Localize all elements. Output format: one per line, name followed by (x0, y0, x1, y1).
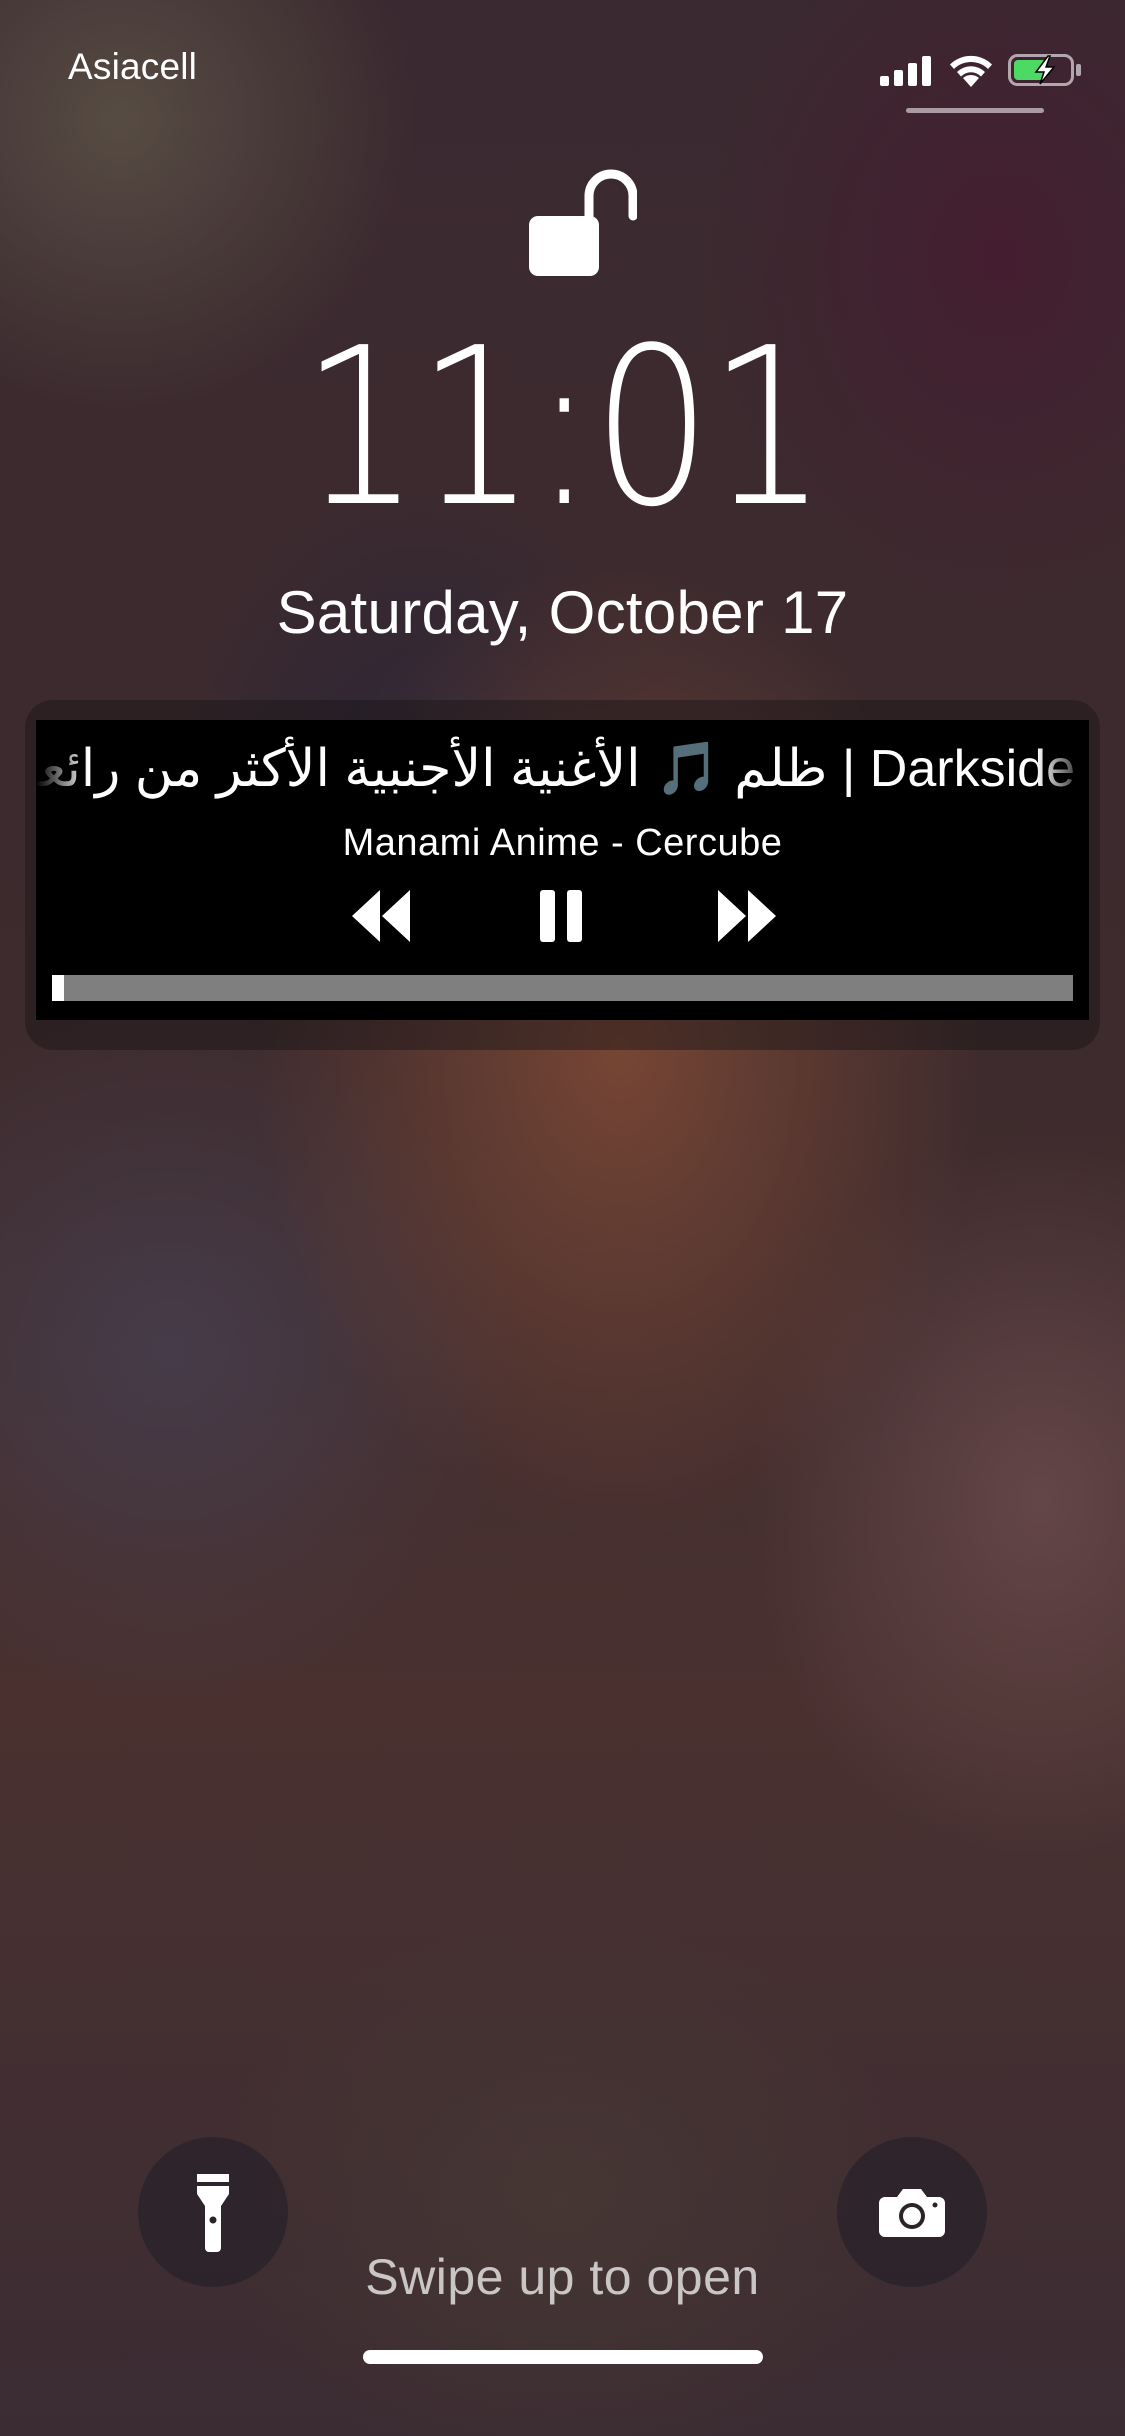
unlocked-padlock-icon (529, 169, 637, 276)
cellular-signal-icon (880, 56, 931, 86)
playback-progress-fill (52, 975, 65, 1001)
playback-controls (36, 886, 1089, 946)
flashlight-icon (197, 2174, 229, 2252)
fast-forward-icon[interactable] (716, 886, 780, 946)
playback-progress-bar[interactable] (52, 975, 1073, 1001)
home-indicator[interactable] (363, 2350, 763, 2364)
control-center-indicator[interactable] (906, 108, 1044, 113)
camera-icon (879, 2189, 945, 2237)
track-title: ظلم 🎵 الأغنية الأجنبية الأكثر من رائعة |… (36, 740, 1075, 798)
lock-screen-time: 11:01 (300, 302, 828, 555)
status-icons (880, 50, 1082, 90)
track-artist: Manami Anime - Cercube (342, 822, 783, 864)
swipe-up-hint: Swipe up to open (365, 2249, 760, 2305)
rewind-icon[interactable] (348, 886, 412, 946)
media-player[interactable]: ظلم 🎵 الأغنية الأجنبية الأكثر من رائعة |… (36, 720, 1089, 1020)
wifi-icon (950, 55, 992, 87)
lock-screen-date: Saturday, October 17 (276, 579, 849, 646)
pause-icon[interactable] (538, 886, 584, 946)
battery-charging-icon (1008, 54, 1081, 86)
carrier-name: Asiacell (68, 46, 198, 87)
